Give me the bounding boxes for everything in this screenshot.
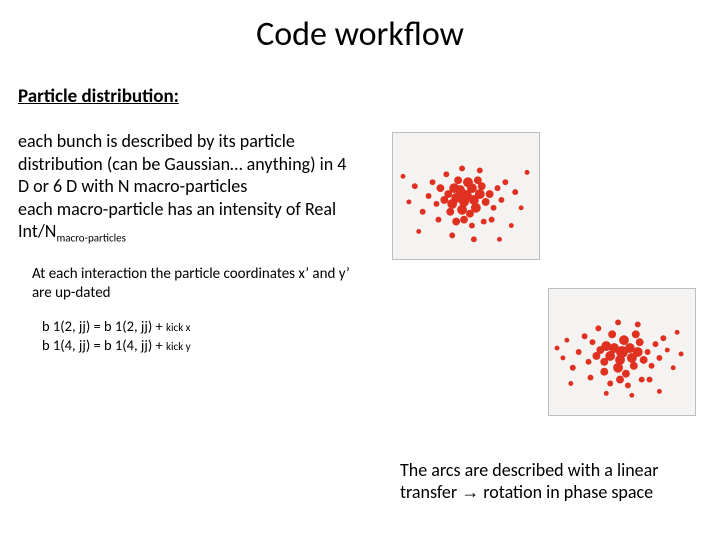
interaction-note: At each interaction the particle coordin… xyxy=(32,265,372,303)
particle-cluster-1 xyxy=(392,132,540,260)
body-paragraph: each bunch is described by its particle … xyxy=(18,130,358,245)
slide-title: Code workflow xyxy=(0,0,720,63)
section-heading: Particle distribution: xyxy=(18,85,720,108)
particle-cluster-2 xyxy=(548,288,696,416)
arcs-description: The arcs are described with a linear tra… xyxy=(400,460,700,503)
